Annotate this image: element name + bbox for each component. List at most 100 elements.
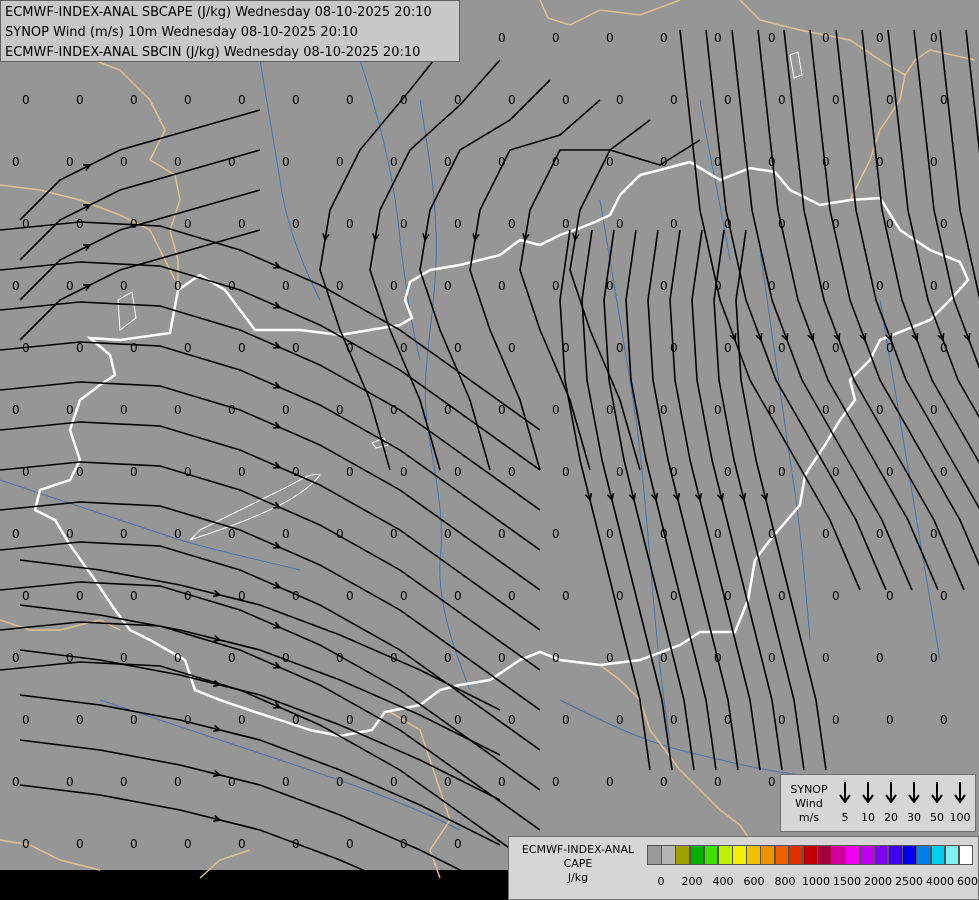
wind-legend-value: 5 [841,811,849,824]
value-label: 0 [778,465,786,479]
wind-arrow-icon [862,782,874,803]
value-label: 0 [22,713,30,727]
value-label: 0 [120,403,128,417]
value-label: 0 [832,589,840,603]
value-label: 0 [22,217,30,231]
value-label: 0 [454,713,462,727]
value-label: 0 [822,31,830,45]
value-label: 0 [390,775,398,789]
cape-color-swatch [732,845,747,865]
value-label: 0 [670,713,678,727]
value-label: 0 [346,217,354,231]
wind-legend-value: 10 [861,811,875,824]
value-label: 0 [120,155,128,169]
cape-color-swatch [774,845,790,865]
value-label: 0 [724,465,732,479]
value-label: 0 [12,155,20,169]
value-label: 0 [130,589,138,603]
value-label: 0 [346,93,354,107]
value-label: 0 [616,589,624,603]
value-label: 0 [778,713,786,727]
value-label: 0 [184,713,192,727]
value-label: 0 [714,31,722,45]
value-label: 0 [390,155,398,169]
wind-arrow-icon [908,782,920,803]
value-label: 0 [174,527,182,541]
value-label: 0 [606,775,614,789]
value-label: 0 [174,155,182,169]
value-label: 0 [552,775,560,789]
value-label: 0 [876,403,884,417]
cape-scale-tick: 800 [774,875,796,888]
value-label: 0 [130,465,138,479]
value-label: 0 [832,713,840,727]
value-label: 0 [606,651,614,665]
value-label: 0 [886,589,894,603]
value-label: 0 [130,93,138,107]
value-label: 0 [660,279,668,293]
value-label: 0 [940,217,948,231]
wind-arrow-icon [885,782,897,803]
title-wind: SYNOP Wind (m/s) 10m Wednesday 08-10-202… [5,25,358,40]
cape-color-swatch [859,845,875,865]
title-cape: ECMWF-INDEX-ANAL SBCAPE (J/kg) Wednesday… [5,5,432,20]
value-label: 0 [616,217,624,231]
map-title-box: ECMWF-INDEX-ANAL SBCAPE (J/kg) Wednesday… [0,0,460,62]
value-label: 0 [832,341,840,355]
value-label: 0 [606,403,614,417]
value-label: 0 [346,465,354,479]
value-label: 0 [66,155,74,169]
value-label: 0 [498,279,506,293]
value-label: 0 [444,279,452,293]
value-label: 0 [76,217,84,231]
value-label: 0 [724,93,732,107]
value-label: 0 [940,589,948,603]
value-label: 0 [508,341,516,355]
value-label: 0 [498,31,506,45]
value-label: 0 [66,403,74,417]
value-label: 0 [454,465,462,479]
value-label: 0 [120,279,128,293]
value-label: 0 [400,713,408,727]
cape-scale-tick: 0 [657,875,665,888]
wind-arrow-icon [839,782,851,803]
cape-color-swatch [958,845,974,865]
wind-arrow-icon [931,782,943,803]
value-label: 0 [660,31,668,45]
value-label: 0 [778,341,786,355]
wind-legend-value: 50 [930,811,944,824]
value-label: 0 [22,589,30,603]
value-label: 0 [616,465,624,479]
value-label: 0 [400,465,408,479]
value-label: 0 [238,341,246,355]
value-label: 0 [714,403,722,417]
cape-color-swatch [675,845,690,865]
value-label: 0 [670,589,678,603]
value-label: 0 [12,651,20,665]
value-label: 0 [130,837,138,851]
value-label: 0 [606,31,614,45]
value-label: 0 [940,465,948,479]
value-label: 0 [606,527,614,541]
cape-color-swatch [689,845,705,865]
wind-legend-value: 30 [907,811,921,824]
cape-scale-tick: 1500 [833,875,861,888]
value-label: 0 [930,403,938,417]
cape-color-swatch [661,845,676,865]
value-label: 0 [552,403,560,417]
value-label: 0 [12,775,20,789]
value-label: 0 [768,31,776,45]
value-label: 0 [22,837,30,851]
cape-color-swatch [930,845,946,865]
value-label: 0 [876,651,884,665]
value-label: 0 [660,775,668,789]
value-label: 0 [346,837,354,851]
value-label: 0 [552,651,560,665]
value-label: 0 [346,589,354,603]
value-label: 0 [130,341,138,355]
value-label: 0 [876,527,884,541]
value-label: 0 [670,217,678,231]
cape-color-swatch [788,845,804,865]
value-label: 0 [390,527,398,541]
value-label: 0 [508,713,516,727]
